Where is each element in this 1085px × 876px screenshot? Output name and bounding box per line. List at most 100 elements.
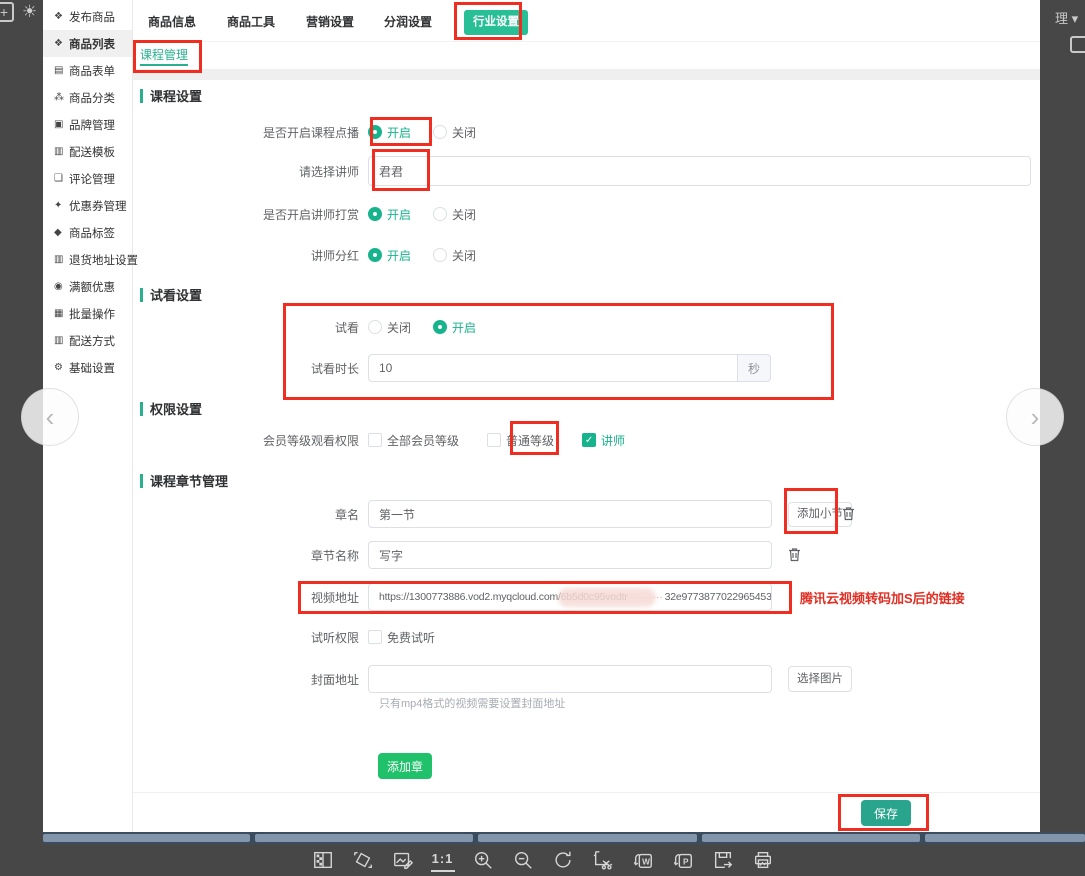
zoom-out-icon[interactable] [511, 848, 535, 872]
sidebar-item-product-category[interactable]: ⁂商品分类 [43, 84, 132, 111]
save-as-icon[interactable] [711, 848, 735, 872]
trial-duration-unit: 秒 [738, 354, 771, 382]
radio-trial-off[interactable]: 关闭 [368, 319, 411, 336]
section-course-settings: 课程设置 [140, 86, 202, 105]
checkbox-label: 讲师 [601, 432, 625, 449]
field-label: 试看时长 [103, 360, 368, 377]
sidebar-item-publish-product[interactable]: ❖发布商品 [43, 3, 132, 30]
tab-profit-sharing[interactable]: 分润设置 [384, 13, 432, 30]
crop-icon[interactable] [591, 848, 615, 872]
field-label: 试听权限 [103, 629, 368, 646]
viewer-menu-partial-label[interactable]: 理 ▾ [1055, 8, 1078, 27]
divider-strip [133, 69, 1040, 80]
section-chapter-management: 课程章节管理 [140, 471, 228, 490]
tab-marketing[interactable]: 营销设置 [306, 13, 354, 30]
window-bottom-bar [43, 832, 1085, 844]
product-category-icon: ⁂ [54, 92, 69, 103]
sidebar-item-product-form[interactable]: ▤商品表单 [43, 57, 132, 84]
radio-label: 开启 [387, 124, 411, 141]
video-url-suffix: 32e9773877022965453 [665, 591, 772, 603]
row-course-vod: 是否开启课程点播 开启 关闭 [103, 118, 498, 146]
section-name-input[interactable]: 写字 [368, 541, 772, 569]
radio-dividend-off[interactable]: 关闭 [433, 247, 476, 264]
field-label: 视频地址 [103, 589, 368, 606]
delete-section-icon[interactable] [788, 547, 801, 562]
tab-product-info[interactable]: 商品信息 [148, 13, 196, 30]
sidebar-item-full-discount[interactable]: ◉满额优惠 [43, 273, 132, 300]
radio-dot-icon [433, 320, 447, 334]
delivery-method-icon: ▥ [54, 335, 69, 346]
row-lecturer-dividend: 讲师分红 开启 关闭 [103, 241, 498, 269]
section-accent-bar [140, 402, 143, 416]
radio-vod-on[interactable]: 开启 [368, 124, 411, 141]
prev-image-button[interactable]: ‹ [21, 388, 79, 446]
erase-icon[interactable] [351, 848, 375, 872]
subtab-course-management[interactable]: 课程管理 [140, 46, 188, 63]
checkbox-free-audition[interactable]: 免费试听 [368, 629, 435, 646]
sidebar-item-product-list[interactable]: ❖商品列表 [43, 30, 132, 57]
screenshot-admin-page: ❖发布商品 ❖商品列表 ▤商品表单 ⁂商品分类 ▣品牌管理 ▥配送模板 ❏评论管… [43, 0, 1040, 832]
edit-image-icon[interactable] [391, 848, 415, 872]
section-title: 权限设置 [150, 399, 202, 418]
viewer-add-icon[interactable]: + [0, 2, 14, 22]
row-cover-url: 封面地址 [103, 665, 772, 693]
radio-reward-off[interactable]: 关闭 [433, 206, 476, 223]
photo-viewer-app: { "viewer": { "prev_glyph": "‹", "next_g… [0, 0, 1085, 876]
convert-to-pdf-icon[interactable]: P [671, 848, 695, 872]
checkbox-lecturer[interactable]: ✓讲师 [582, 432, 625, 449]
sidebar-item-label: 发布商品 [69, 9, 115, 25]
radio-dividend-on[interactable]: 开启 [368, 247, 411, 264]
print-icon[interactable] [751, 848, 775, 872]
cover-url-input[interactable] [368, 665, 772, 693]
checkbox-icon [368, 630, 382, 644]
trial-duration-input[interactable]: 10 [368, 354, 738, 382]
convert-to-word-icon[interactable]: W [631, 848, 655, 872]
next-image-button[interactable]: › [1006, 388, 1064, 446]
zoom-in-icon[interactable] [471, 848, 495, 872]
field-label: 封面地址 [103, 671, 368, 688]
tab-industry-settings[interactable]: 行业设置 [464, 10, 528, 35]
row-chapter-name: 章名 第一节 [103, 500, 772, 528]
subtab-underline [140, 64, 188, 66]
footer-divider [133, 792, 1040, 793]
field-label: 章节名称 [103, 547, 368, 564]
viewer-image-icon[interactable] [1070, 36, 1085, 53]
compare-icon[interactable] [311, 848, 335, 872]
checkbox-label: 全部会员等级 [387, 432, 459, 449]
delete-chapter-icon[interactable] [842, 506, 855, 521]
product-tag-icon: ◆ [54, 227, 69, 238]
field-label: 会员等级观看权限 [103, 432, 368, 449]
row-video-url: 视频地址 https://1300773886.vod2.myqcloud.co… [103, 583, 772, 611]
section-title: 课程章节管理 [150, 471, 228, 490]
section-title: 课程设置 [150, 86, 202, 105]
chevron-right-icon: › [1031, 402, 1040, 433]
viewer-toolbar: 1:1 W P [0, 844, 1085, 876]
add-chapter-button[interactable]: 添加章 [378, 753, 432, 779]
row-select-lecturer: 请选择讲师 君君 [103, 156, 1031, 186]
section-accent-bar [140, 89, 143, 103]
actual-size-icon[interactable]: 1:1 [431, 848, 455, 872]
basic-settings-icon: ⚙ [54, 362, 69, 373]
delivery-template-icon: ▥ [54, 146, 69, 157]
radio-trial-on[interactable]: 开启 [433, 319, 476, 336]
row-audition-permission: 试听权限 免费试听 [103, 625, 463, 649]
field-label: 是否开启讲师打赏 [103, 206, 368, 223]
radio-label: 开启 [387, 206, 411, 223]
chapter-name-input[interactable]: 第一节 [368, 500, 772, 528]
field-label: 讲师分红 [103, 247, 368, 264]
radio-reward-on[interactable]: 开启 [368, 206, 411, 223]
section-permission-settings: 权限设置 [140, 399, 202, 418]
brightness-icon[interactable]: ☀ [22, 2, 37, 22]
radio-label: 关闭 [452, 124, 476, 141]
tab-product-tools[interactable]: 商品工具 [227, 13, 275, 30]
rotate-icon[interactable] [551, 848, 575, 872]
choose-image-button[interactable]: 选择图片 [788, 666, 852, 692]
radio-vod-off[interactable]: 关闭 [433, 124, 476, 141]
row-section-name: 章节名称 写字 [103, 541, 772, 569]
checkbox-all-member-levels[interactable]: 全部会员等级 [368, 432, 459, 449]
save-button[interactable]: 保存 [861, 800, 911, 826]
field-label: 请选择讲师 [103, 163, 368, 180]
checkbox-normal-level[interactable]: 普通等级 [487, 432, 554, 449]
radio-dot-icon [368, 207, 382, 221]
lecturer-select[interactable]: 君君 [368, 156, 1031, 186]
